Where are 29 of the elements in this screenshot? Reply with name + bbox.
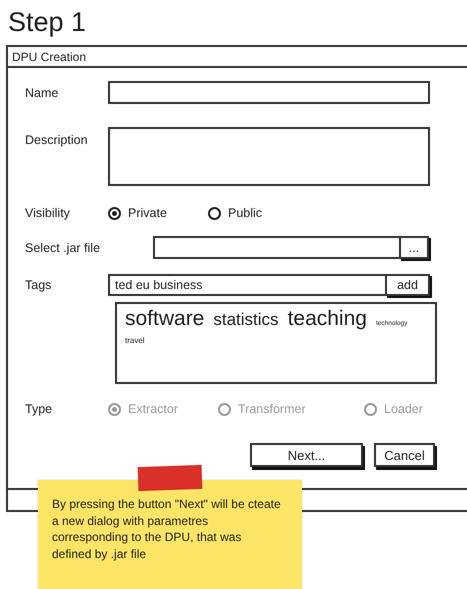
tag-link[interactable]: software [125,306,204,332]
field-label: Select .jar file [25,240,102,254]
radio-label: Transformer [238,402,306,416]
tag-link[interactable]: teaching [288,306,367,332]
field-label: Description [25,132,89,147]
dialog-button[interactable]: Cancel [374,443,435,467]
radio-label: Loader [384,402,423,416]
radio-label: Private [128,206,167,220]
add-button[interactable]: add [385,274,430,296]
field-label: Type [25,402,54,416]
dialog-button[interactable]: Next... [250,443,363,467]
window-title: DPU Creation [12,50,86,64]
radio-label: Extractor [128,402,178,416]
radio-button[interactable] [208,206,221,220]
input-field[interactable] [153,236,401,259]
tape-strip [138,464,202,492]
tag-link[interactable]: statistics [213,307,279,333]
field-label: Tags [25,278,52,292]
radio-button[interactable] [108,206,121,220]
input-field[interactable] [108,81,430,104]
browse-button[interactable]: ... [399,236,429,259]
page-title: Step 1 [8,6,86,38]
note-text: By pressing the button "Next" will be cteate a new dialog with parametres corresponding to the DPU, that was defined by .jar file [52,496,282,562]
field-label: Visibility [25,206,71,220]
input-field[interactable]: ted eu business [108,274,387,296]
text-area[interactable] [108,127,430,186]
radio-label: Public [228,206,262,220]
tag-link[interactable]: travel [125,333,145,349]
field-label: Name [25,86,60,100]
